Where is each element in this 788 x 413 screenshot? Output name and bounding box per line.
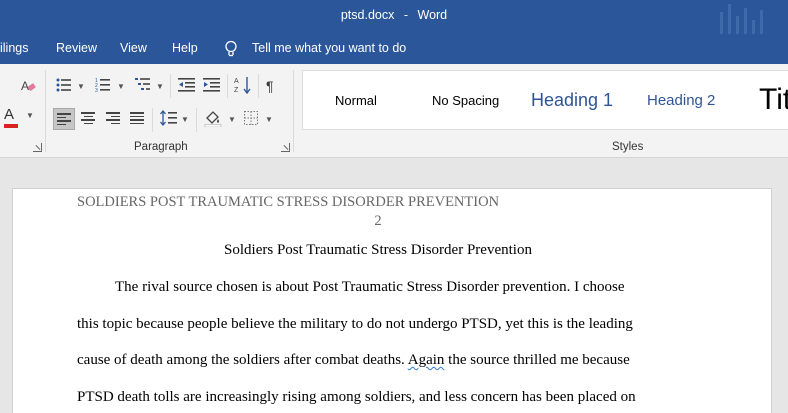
title-bar: ptsd.docx - Word <box>0 0 788 34</box>
shading-icon[interactable] <box>204 109 222 127</box>
styles-group-label: Styles <box>612 141 644 153</box>
numbering-icon[interactable]: 1 2 3 <box>95 77 111 92</box>
ribbon-separator <box>293 70 294 152</box>
chevron-down-icon[interactable]: ▼ <box>228 115 236 124</box>
grammar-flagged-word[interactable]: Again <box>408 352 445 368</box>
title-bar-decoration <box>716 0 780 34</box>
lightbulb-icon <box>225 40 237 57</box>
ribbon-separator <box>258 74 259 98</box>
body-line: this topic because people believe the mi… <box>77 316 633 332</box>
body-text: cause of death among the soldiers after … <box>77 352 405 368</box>
body-line: The rival source chosen is about Post Tr… <box>115 279 625 295</box>
style-heading-2[interactable]: Heading 2 <box>647 71 715 129</box>
style-normal[interactable]: Normal <box>335 71 377 129</box>
multilevel-list-icon[interactable] <box>135 77 151 92</box>
font-launcher-icon[interactable] <box>33 143 42 152</box>
style-title[interactable]: Tit <box>759 71 788 129</box>
document-title: Soldiers Post Traumatic Stress Disorder … <box>224 242 532 258</box>
ribbon: A A ▼ ▼ 1 2 3 ▼ ▼ A Z ¶ ▼ ▼ ▼ Paragraph … <box>0 64 788 158</box>
body-line: PTSD death tolls are increasingly rising… <box>77 389 636 405</box>
paragraph-group-label: Paragraph <box>134 141 188 153</box>
ribbon-separator <box>45 70 46 152</box>
style-no-spacing[interactable]: No Spacing <box>432 71 499 129</box>
align-center-icon[interactable] <box>81 112 95 125</box>
show-formatting-marks-icon[interactable]: ¶ <box>266 78 274 94</box>
title-separator: - <box>403 8 409 22</box>
chevron-down-icon[interactable]: ▼ <box>156 82 164 91</box>
sort-icon[interactable]: A Z <box>234 76 252 94</box>
document-area: SOLDIERS POST TRAUMATIC STRESS DISORDER … <box>0 158 788 413</box>
chevron-down-icon[interactable]: ▼ <box>77 82 85 91</box>
bullets-icon[interactable] <box>56 78 72 92</box>
app-name: Word <box>417 8 448 22</box>
chevron-down-icon[interactable]: ▼ <box>265 115 273 124</box>
page-number: 2 <box>374 213 382 229</box>
ribbon-separator <box>196 108 197 132</box>
ribbon-separator <box>170 74 171 98</box>
document-page[interactable]: SOLDIERS POST TRAUMATIC STRESS DISORDER … <box>12 188 772 413</box>
chevron-down-icon[interactable]: ▼ <box>181 115 189 124</box>
tab-view[interactable]: View <box>120 41 147 55</box>
borders-icon[interactable] <box>244 111 258 125</box>
ribbon-separator <box>152 108 153 132</box>
paragraph-launcher-icon[interactable] <box>281 143 290 152</box>
style-heading-1[interactable]: Heading 1 <box>531 71 613 129</box>
svg-text:3: 3 <box>95 88 98 92</box>
line-spacing-icon[interactable] <box>160 110 178 126</box>
body-text: the source thrilled me because <box>448 352 630 368</box>
tab-mailings[interactable]: ilings <box>0 41 29 55</box>
increase-indent-icon[interactable] <box>203 77 221 92</box>
ribbon-tabs: ilings Review View Help Tell me what you… <box>0 34 788 64</box>
chevron-down-icon[interactable]: ▼ <box>117 82 125 91</box>
styles-gallery: Normal No Spacing Heading 1 Heading 2 Ti… <box>302 70 788 130</box>
tell-me-search[interactable]: Tell me what you want to do <box>252 41 406 55</box>
justify-icon[interactable] <box>130 112 144 125</box>
document-filename: ptsd.docx <box>340 8 395 22</box>
body-line: cause of death among the soldiers after … <box>77 352 630 369</box>
clear-formatting-icon[interactable]: A <box>20 78 36 94</box>
tab-review[interactable]: Review <box>56 41 97 55</box>
decrease-indent-icon[interactable] <box>178 77 196 92</box>
ribbon-separator <box>227 74 228 98</box>
tab-help[interactable]: Help <box>172 41 198 55</box>
svg-text:A: A <box>234 78 239 85</box>
svg-text:Z: Z <box>234 87 239 94</box>
page-header: SOLDIERS POST TRAUMATIC STRESS DISORDER … <box>77 194 500 210</box>
align-left-button[interactable] <box>53 108 75 130</box>
svg-text:A: A <box>21 79 29 93</box>
window-title: ptsd.docx - Word <box>0 8 788 22</box>
align-right-icon[interactable] <box>106 112 120 125</box>
